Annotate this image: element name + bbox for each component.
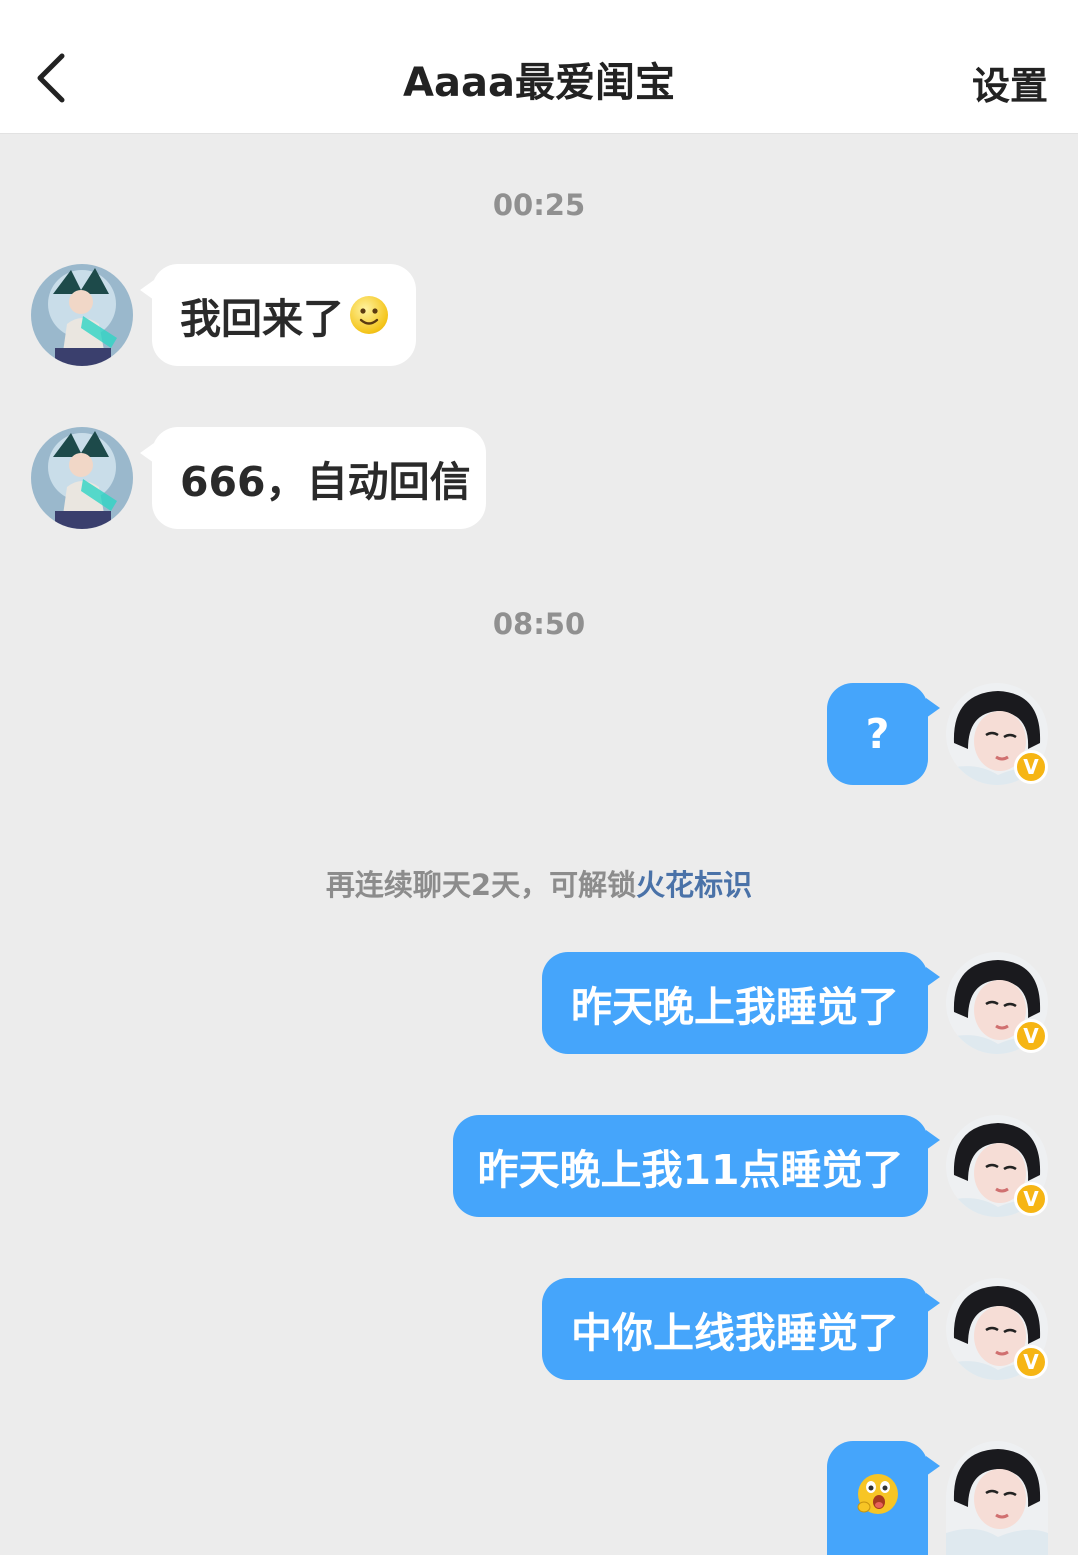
surprised-emoji-icon	[857, 1474, 898, 1514]
system-note: 再连续聊天2天，可解锁火花标识	[0, 862, 1078, 904]
bubble-tail	[926, 698, 940, 718]
timestamp: 08:50	[492, 607, 586, 641]
message-text: 昨天晚上我11点睡觉了	[477, 1146, 904, 1194]
message-text: 昨天晚上我睡觉了	[571, 983, 899, 1031]
smile-emoji-icon	[350, 296, 388, 334]
bubble-tail	[926, 1456, 940, 1476]
outgoing-message[interactable]: ?	[827, 683, 928, 785]
outgoing-message[interactable]: 昨天晚上我睡觉了	[542, 952, 928, 1054]
verified-badge-icon: V	[1014, 750, 1048, 784]
chat-header: Aaaa最爱闺宝 设置	[0, 0, 1078, 134]
spark-link[interactable]: 火花标识	[636, 868, 752, 902]
bubble-tail	[926, 1130, 940, 1150]
bubble-tail	[926, 967, 940, 987]
outgoing-message[interactable]: 昨天晚上我11点睡觉了	[453, 1115, 928, 1217]
outgoing-message[interactable]	[827, 1441, 928, 1555]
message-text: 666，自动回信	[180, 458, 471, 506]
bubble-tail	[926, 1293, 940, 1313]
outgoing-message[interactable]: 中你上线我睡觉了	[542, 1278, 928, 1380]
verified-badge-icon: V	[1014, 1019, 1048, 1053]
incoming-message[interactable]: 666，自动回信	[152, 427, 486, 529]
verified-badge-icon: V	[1014, 1182, 1048, 1216]
contact-avatar[interactable]	[31, 427, 133, 529]
incoming-message[interactable]: 我回来了	[152, 264, 416, 366]
message-text: ?	[865, 710, 890, 758]
contact-avatar[interactable]	[31, 264, 133, 366]
message-text: 我回来了	[180, 295, 344, 343]
message-text: 中你上线我睡觉了	[571, 1309, 899, 1357]
verified-badge-icon: V	[1014, 1345, 1048, 1379]
user-avatar[interactable]	[946, 1441, 1048, 1555]
system-note-text: 再连续聊天2天，可解锁	[325, 868, 637, 902]
timestamp: 00:25	[492, 188, 586, 222]
settings-button[interactable]: 设置	[972, 55, 1048, 110]
chat-title: Aaaa最爱闺宝	[403, 60, 675, 106]
